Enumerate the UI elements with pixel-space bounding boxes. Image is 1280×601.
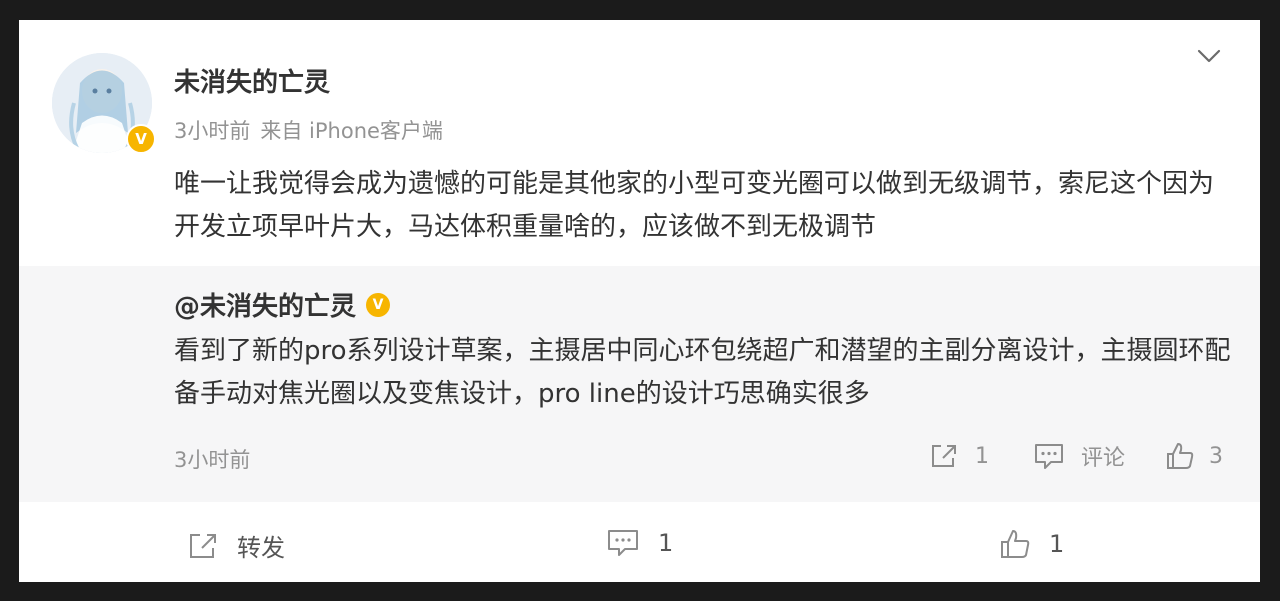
comment-count: 1 — [658, 529, 674, 557]
quoted-text: 看到了新的pro系列设计草案，主摄居中同心环包绕超广和潜望的主副分离设计，主摄圆… — [174, 336, 1231, 409]
quoted-comment-button[interactable]: 评论 — [1033, 440, 1125, 472]
quoted-like-button[interactable]: 3 — [1165, 440, 1223, 472]
repost-label: 转发 — [237, 534, 285, 562]
author-name[interactable]: 未消失的亡灵 — [174, 62, 330, 99]
like-count: 1 — [1049, 530, 1065, 558]
quoted-like-count: 3 — [1209, 443, 1223, 469]
comment-icon — [608, 530, 638, 556]
share-icon — [932, 445, 956, 467]
post-source: 来自 iPhone客户端 — [260, 119, 443, 143]
post-text: 唯一让我觉得会成为遗憾的可能是其他家的小型可变光圈可以做到无级调节，索尼这个因为… — [174, 169, 1215, 242]
comment-icon — [1035, 444, 1063, 469]
post-time[interactable]: 3小时前 — [174, 119, 250, 143]
weibo-post-card: V 未消失的亡灵 3小时前 来自 iPhone客户端 唯一让我觉得会成为遗憾的可能… — [19, 20, 1260, 582]
like-button[interactable]: 1 — [999, 528, 1064, 560]
chevron-down-icon[interactable] — [1197, 48, 1221, 64]
quoted-post[interactable]: @未消失的亡灵 V 看到了新的pro系列设计草案，主摄居中同心环包绕超广和潜望的… — [19, 266, 1260, 502]
quoted-author-name[interactable]: @未消失的亡灵 — [174, 286, 356, 323]
comment-button[interactable]: 1 — [606, 528, 673, 558]
post-meta: 3小时前 来自 iPhone客户端 — [174, 115, 443, 145]
thumbs-up-icon — [1001, 530, 1030, 558]
quoted-time[interactable]: 3小时前 — [174, 444, 250, 474]
repost-button[interactable]: 转发 — [187, 528, 285, 563]
quoted-repost-count: 1 — [975, 443, 989, 469]
quoted-comment-label: 评论 — [1081, 446, 1126, 471]
verified-badge: V — [366, 292, 391, 317]
verified-badge: V — [126, 124, 156, 154]
action-bar: 转发 1 1 — [19, 510, 1260, 582]
share-icon — [190, 533, 216, 558]
quoted-repost-button[interactable]: 1 — [929, 440, 989, 472]
thumbs-up-icon — [1167, 443, 1194, 469]
quoted-author[interactable]: @未消失的亡灵 V — [174, 286, 391, 323]
